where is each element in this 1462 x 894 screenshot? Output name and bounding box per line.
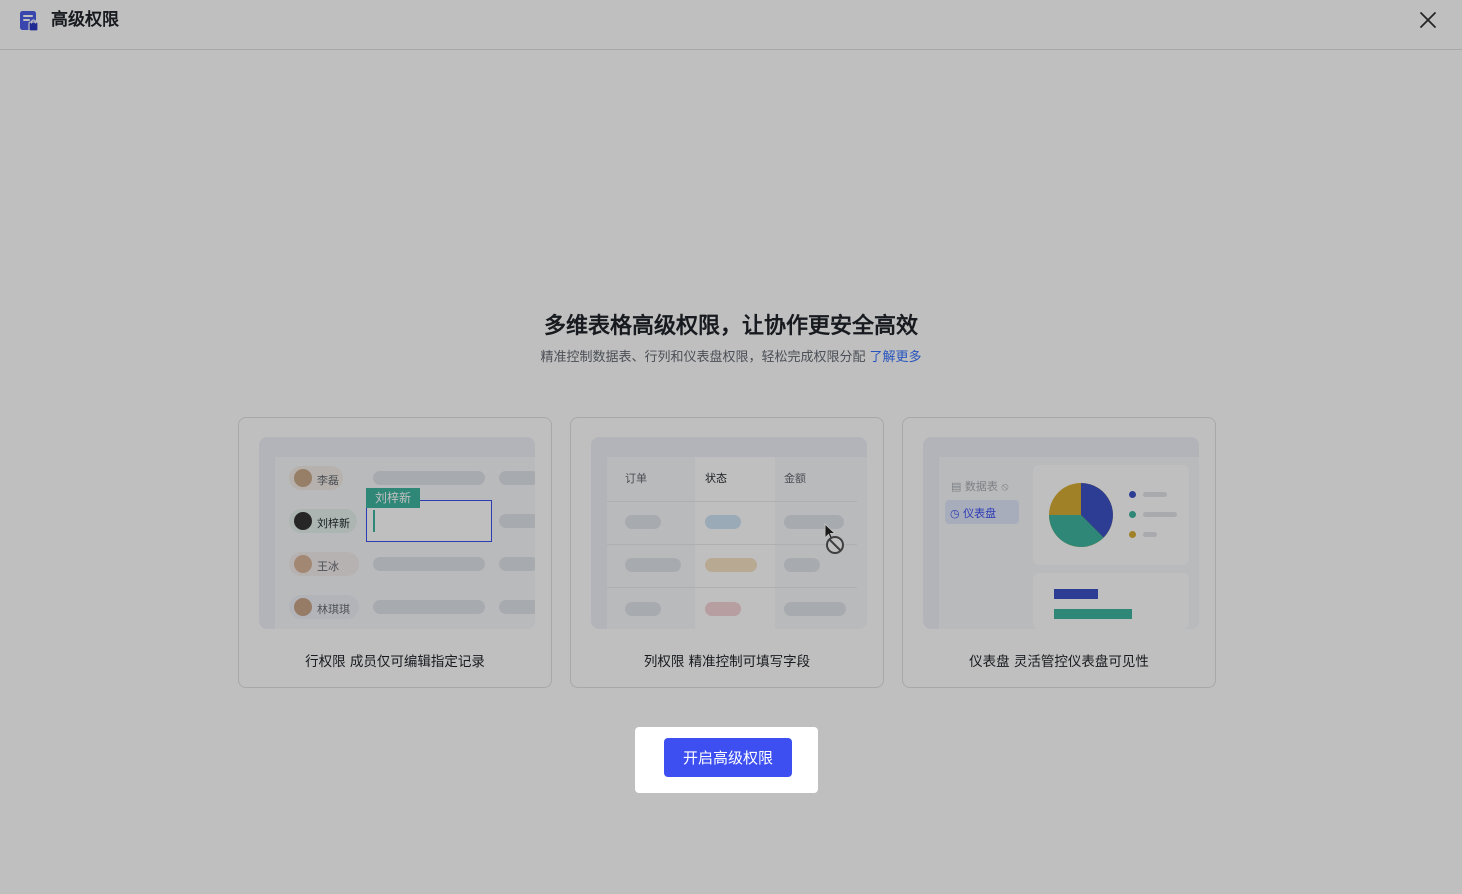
member-name: 林琪琪 xyxy=(317,603,350,616)
table-lock-icon xyxy=(20,11,39,32)
column-header: 订单 xyxy=(625,472,647,485)
enable-advanced-permission-button[interactable]: 开启高级权限 xyxy=(664,738,792,777)
dialog-header: 高级权限 xyxy=(0,0,1462,50)
menu-item-table: ▤ 数据表 ⦸ xyxy=(951,480,1009,493)
avatar xyxy=(294,512,312,530)
subtitle-text: 精准控制数据表、行列和仪表盘权限，轻松完成权限分配 xyxy=(540,350,866,365)
card-caption: 行权限 成员仅可编辑指定记录 xyxy=(305,654,485,670)
row-permission-illustration: 李磊 刘梓新 刘梓新 王冰 林琪琪 xyxy=(259,437,535,629)
card-caption: 列权限 精准控制可填写字段 xyxy=(643,654,811,670)
card-caption: 仪表盘 灵活管控仪表盘可见性 xyxy=(969,654,1149,670)
page-subtitle: 精准控制数据表、行列和仪表盘权限，轻松完成权限分配 了解更多 xyxy=(0,349,1462,367)
bar-mark xyxy=(1054,609,1132,619)
column-header: 金额 xyxy=(784,472,806,485)
bar-mark xyxy=(1054,589,1098,599)
card-column-permission: 订单 状态 金额 列权限 精准控制可填写字段 xyxy=(570,417,884,688)
member-name: 王冰 xyxy=(317,560,339,573)
dashboard-illustration: ▤ 数据表 ⦸ ◷ 仪表盘 xyxy=(923,437,1199,629)
member-name: 李磊 xyxy=(317,474,339,487)
avatar xyxy=(294,555,312,573)
member-name: 刘梓新 xyxy=(317,517,350,530)
editor-tag: 刘梓新 xyxy=(366,488,420,508)
learn-more-link[interactable]: 了解更多 xyxy=(870,350,922,365)
avatar xyxy=(294,598,312,616)
pie-chart xyxy=(1049,483,1113,547)
column-header: 状态 xyxy=(705,472,727,485)
card-row-permission: 李磊 刘梓新 刘梓新 王冰 林琪琪 行权限 成员仅可编辑指定记录 xyxy=(238,417,552,688)
menu-item-dashboard: ◷ 仪表盘 xyxy=(950,507,997,520)
close-icon[interactable] xyxy=(1418,10,1438,30)
card-dashboard-permission: ▤ 数据表 ⦸ ◷ 仪表盘 仪表盘 灵活管控仪表盘可见性 xyxy=(902,417,1216,688)
column-permission-illustration: 订单 状态 金额 xyxy=(591,437,867,629)
no-edit-cursor-icon xyxy=(824,523,844,554)
menu-label: 仪表盘 xyxy=(963,507,997,520)
menu-label: 数据表 xyxy=(964,480,998,493)
avatar xyxy=(294,469,312,487)
page-heading: 多维表格高级权限，让协作更安全高效 xyxy=(543,314,918,339)
dialog-title: 高级权限 xyxy=(51,10,119,30)
